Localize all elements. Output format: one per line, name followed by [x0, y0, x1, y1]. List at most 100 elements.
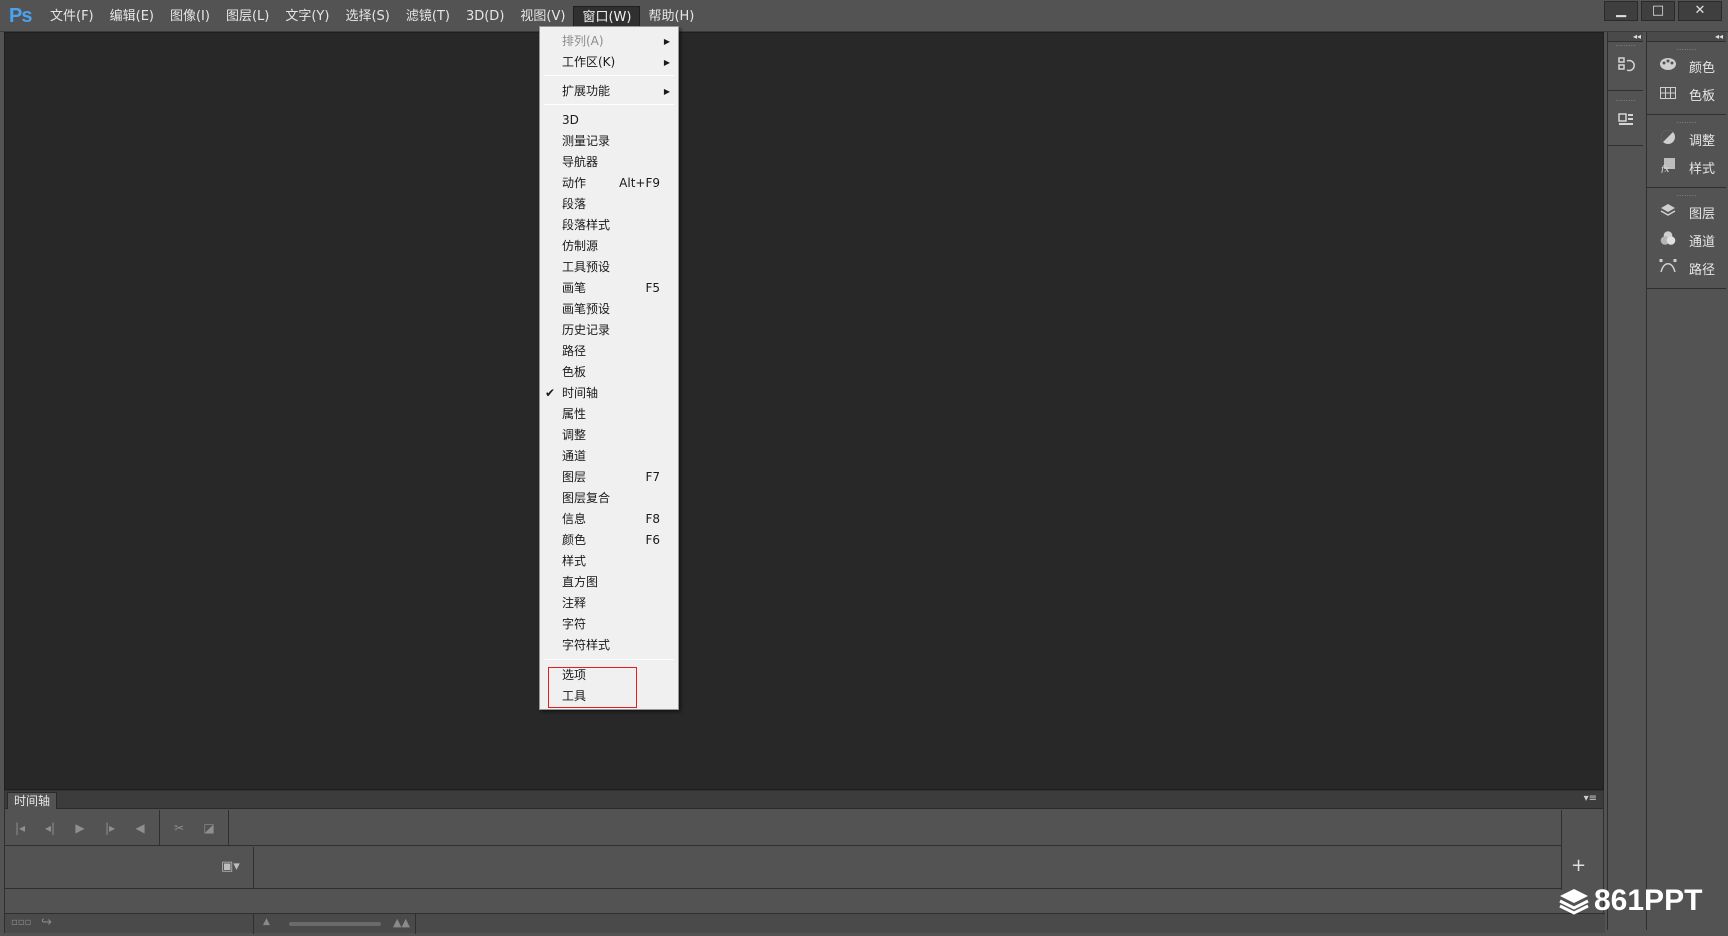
menu-3d[interactable]: 3D(D): [458, 6, 512, 28]
go-to-first-frame-icon[interactable]: |◂: [5, 813, 35, 843]
zoom-out-icon[interactable]: ▲: [263, 917, 270, 927]
panel-collapse-button[interactable]: ◂◂: [1647, 32, 1726, 42]
menu-view[interactable]: 视图(V): [512, 6, 573, 28]
panel-item-adjustments[interactable]: 调整: [1647, 125, 1726, 153]
menu-item-character[interactable]: 字符: [540, 614, 678, 635]
menu-item-label: 仿制源: [562, 239, 599, 253]
menu-item-paragraph-styles[interactable]: 段落样式: [540, 215, 678, 236]
render-video-icon[interactable]: ↪: [41, 915, 52, 930]
history-icon[interactable]: [1611, 54, 1641, 84]
menu-item-shortcut: F6: [645, 533, 660, 547]
menu-type[interactable]: 文字(Y): [277, 6, 337, 28]
highlight-annotation-box: [548, 667, 637, 708]
menu-item-measurement-log[interactable]: 测量记录: [540, 131, 678, 152]
controls-separator: [159, 809, 160, 846]
fx-style-icon: fx: [1657, 157, 1679, 177]
tab-timeline[interactable]: 时间轴: [7, 792, 58, 809]
menu-item-brush-presets[interactable]: 画笔预设: [540, 299, 678, 320]
menu-item-paths[interactable]: 路径: [540, 341, 678, 362]
menu-item-properties[interactable]: 属性: [540, 404, 678, 425]
film-strip-icon[interactable]: ▣▾: [221, 859, 240, 874]
menu-item-label: 动作: [562, 176, 587, 190]
menu-item-brush[interactable]: 画笔 F5: [540, 278, 678, 299]
menu-item-notes[interactable]: 注释: [540, 593, 678, 614]
close-button[interactable]: ✕: [1678, 1, 1722, 21]
grip-handle[interactable]: ........: [1608, 95, 1643, 103]
panel-group-adjust: ........ 调整 fx 样式: [1647, 115, 1726, 188]
add-media-button[interactable]: +: [1571, 855, 1586, 876]
panel-item-swatches[interactable]: 色板: [1647, 80, 1726, 108]
panel-menu-icon[interactable]: ▾≡: [1584, 793, 1597, 804]
menu-layer[interactable]: 图层(L): [218, 6, 277, 28]
menu-item-character-styles[interactable]: 字符样式: [540, 635, 678, 656]
menu-item-3d[interactable]: 3D: [540, 110, 678, 131]
menu-item-color[interactable]: 颜色 F6: [540, 530, 678, 551]
zoom-in-icon[interactable]: ▲▲: [393, 916, 410, 929]
menu-item-timeline[interactable]: ✔ 时间轴: [540, 383, 678, 404]
menu-item-clone-source[interactable]: 仿制源: [540, 236, 678, 257]
menu-item-label: 工具预设: [562, 260, 611, 274]
menu-window[interactable]: 窗口(W): [573, 5, 641, 28]
menu-item-label: 导航器: [562, 155, 599, 169]
menu-item-info[interactable]: 信息 F8: [540, 509, 678, 530]
play-icon[interactable]: ▶: [65, 813, 95, 843]
menu-help[interactable]: 帮助(H): [640, 6, 702, 28]
menu-item-histogram[interactable]: 直方图: [540, 572, 678, 593]
menu-item-shortcut: Alt+F9: [619, 176, 660, 190]
menu-item-label: 段落样式: [562, 218, 611, 232]
panel-item-channels[interactable]: 通道: [1647, 226, 1726, 254]
document-workspace[interactable]: [4, 32, 1604, 790]
panel-item-color[interactable]: 颜色: [1647, 52, 1726, 80]
grip-handle[interactable]: ........: [1608, 40, 1643, 48]
menu-item-history[interactable]: 历史记录: [540, 320, 678, 341]
previous-frame-icon[interactable]: ◂|: [35, 813, 65, 843]
menu-edit[interactable]: 编辑(E): [102, 6, 162, 28]
menu-item-tool-presets[interactable]: 工具预设: [540, 257, 678, 278]
checkmark-icon: ✔: [545, 386, 556, 400]
menu-image[interactable]: 图像(I): [162, 6, 218, 28]
menu-file[interactable]: 文件(F): [42, 6, 102, 28]
panel-item-paths[interactable]: 路径: [1647, 254, 1726, 282]
panel-item-styles[interactable]: fx 样式: [1647, 153, 1726, 181]
audio-icon[interactable]: ◀: [125, 813, 155, 843]
frame-animation-icon[interactable]: ▫▫▫: [11, 917, 31, 928]
menu-item-actions[interactable]: 动作 Alt+F9: [540, 173, 678, 194]
menu-item-paragraph[interactable]: 段落: [540, 194, 678, 215]
properties-icon[interactable]: [1611, 109, 1641, 139]
menu-item-workspace[interactable]: 工作区(K) ▶: [540, 52, 678, 73]
footer-separator: [253, 914, 254, 934]
timeline-controls: |◂ ◂| ▶ |▸ ◀ ✂ ◪: [5, 809, 1561, 846]
menu-item-extensions[interactable]: 扩展功能 ▶: [540, 81, 678, 102]
minimize-button[interactable]: ▁: [1604, 1, 1638, 21]
menu-item-label: 图层复合: [562, 491, 611, 505]
next-frame-icon[interactable]: |▸: [95, 813, 125, 843]
maximize-button[interactable]: □: [1641, 1, 1675, 21]
zoom-slider[interactable]: [289, 922, 381, 926]
panel-item-label: 颜色: [1689, 60, 1716, 76]
menu-item-navigator[interactable]: 导航器: [540, 152, 678, 173]
menu-item-label: 测量记录: [562, 134, 611, 148]
menu-item-layer-comps[interactable]: 图层复合: [540, 488, 678, 509]
menu-item-arrange: 排列(A) ▶: [540, 31, 678, 52]
scissors-icon[interactable]: ✂: [164, 813, 194, 843]
menu-item-swatches[interactable]: 色板: [540, 362, 678, 383]
menu-item-channels[interactable]: 通道: [540, 446, 678, 467]
menu-separator: [544, 659, 674, 660]
timeline-footer: ▫▫▫ ↪ ▲ ▲▲: [5, 913, 1605, 934]
menu-item-label: 时间轴: [562, 386, 599, 400]
timeline-track-row: ▣▾: [5, 847, 1561, 889]
menu-select[interactable]: 选择(S): [337, 6, 397, 28]
menu-item-label: 画笔: [562, 281, 587, 295]
panel-item-layers[interactable]: 图层: [1647, 198, 1726, 226]
menu-item-label: 排列(A): [562, 34, 604, 48]
transition-icon[interactable]: ◪: [194, 813, 224, 843]
menu-item-label: 工作区(K): [562, 55, 616, 69]
menu-item-layers[interactable]: 图层 F7: [540, 467, 678, 488]
menu-filter[interactable]: 滤镜(T): [398, 6, 458, 28]
menu-item-label: 历史记录: [562, 323, 611, 337]
menu-item-label: 色板: [562, 365, 587, 379]
menu-item-styles[interactable]: 样式: [540, 551, 678, 572]
footer-separator: [415, 914, 416, 934]
panel-item-label: 样式: [1689, 161, 1716, 177]
menu-item-adjustments[interactable]: 调整: [540, 425, 678, 446]
